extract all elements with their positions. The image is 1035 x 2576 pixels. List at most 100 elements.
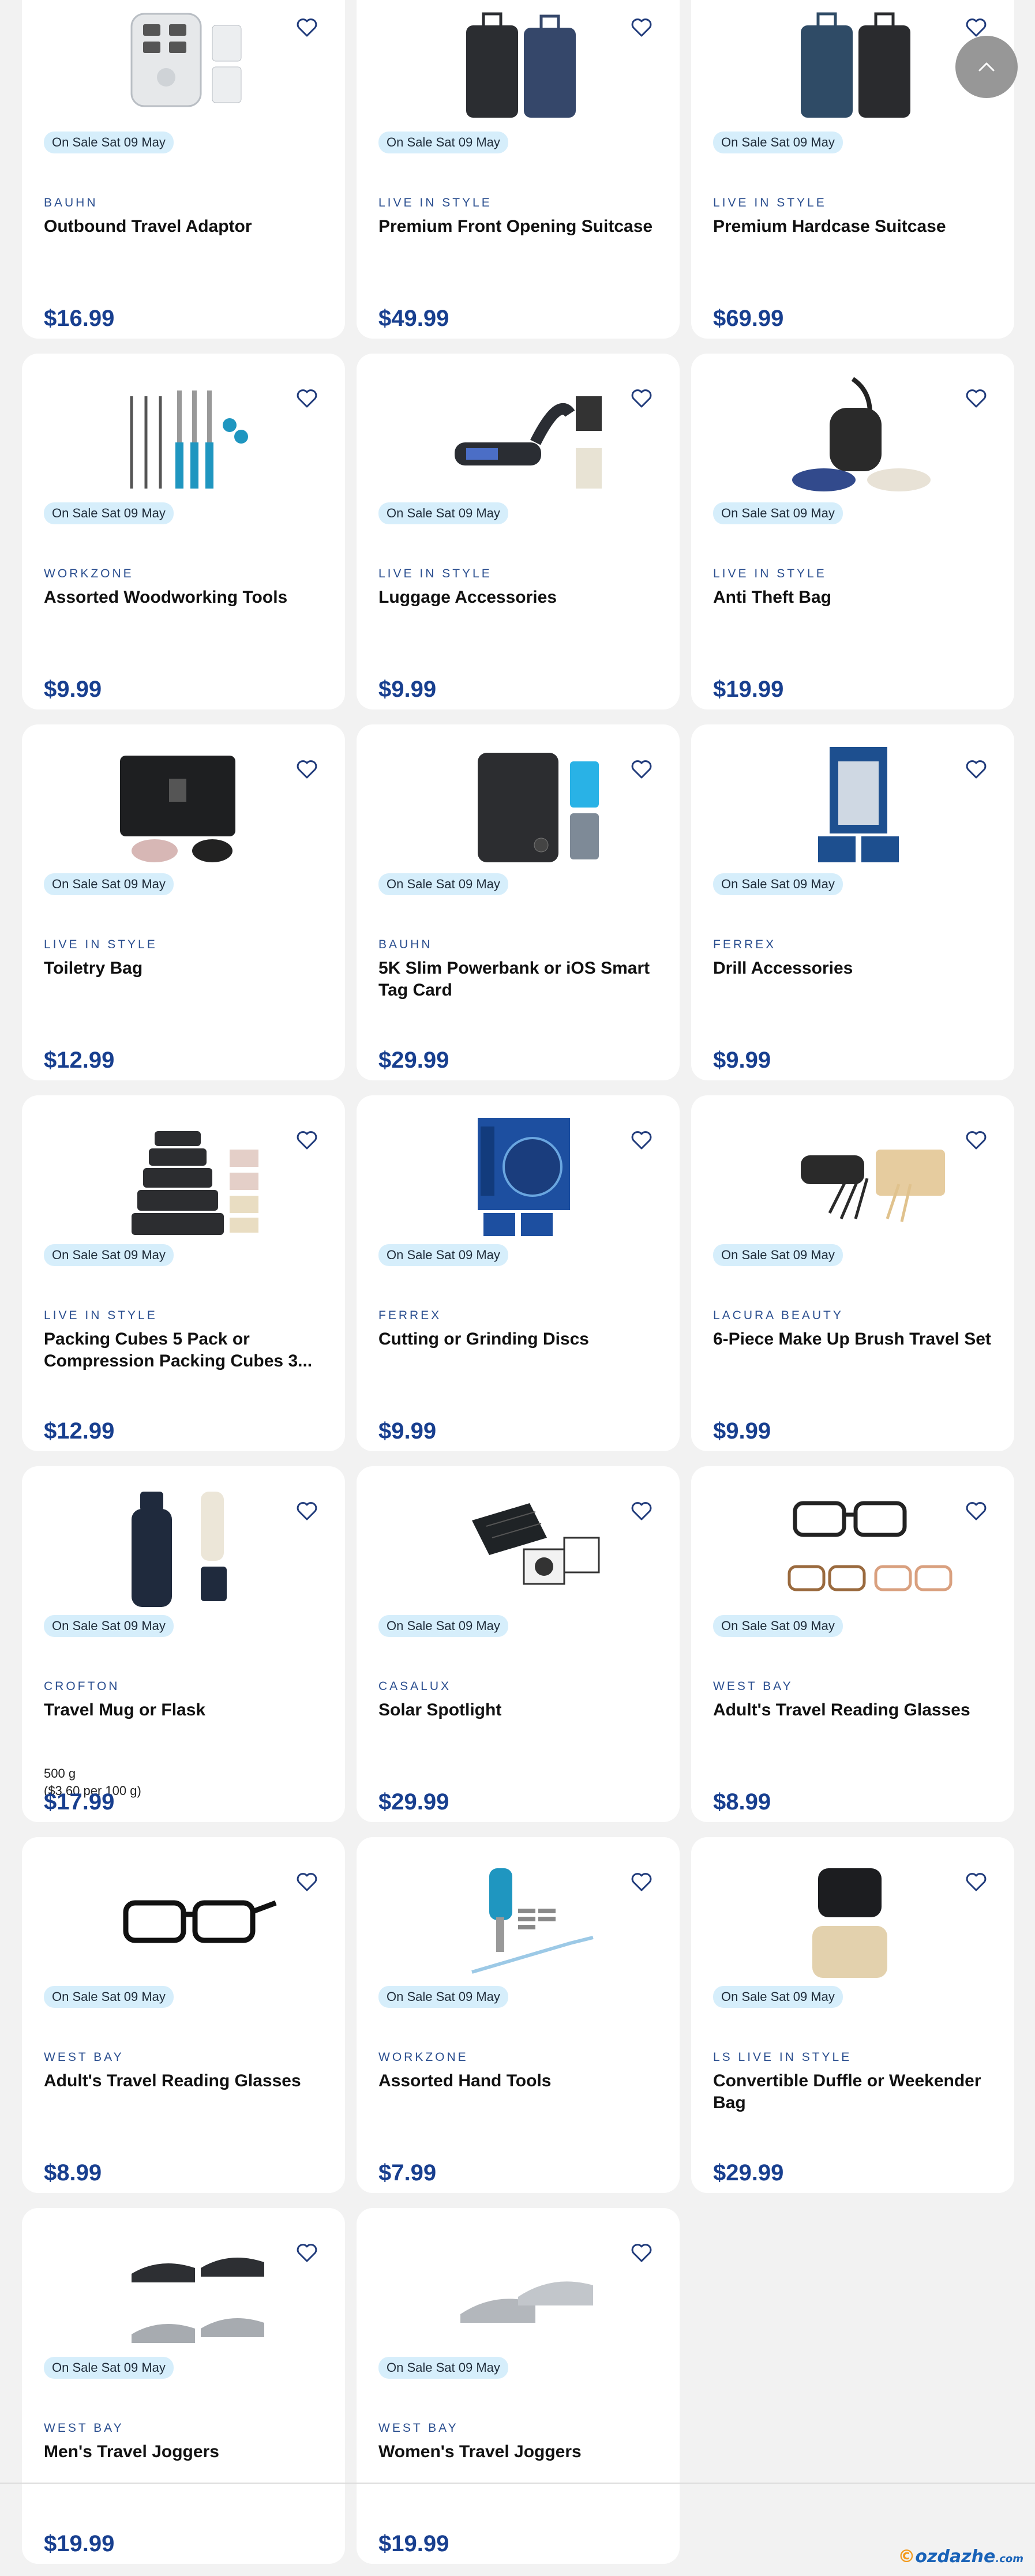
product-card[interactable]: On Sale Sat 09 May LIVE IN STYLE Luggage A…: [357, 354, 680, 709]
product-card[interactable]: On Sale Sat 09 May FERREX Cutting or Grind…: [357, 1095, 680, 1451]
product-image[interactable]: [714, 2, 991, 125]
product-title[interactable]: Adult's Travel Reading Glasses: [713, 1699, 991, 1721]
product-title[interactable]: Premium Front Opening Suitcase: [378, 216, 657, 238]
product-brand: WEST BAY: [44, 2421, 124, 2435]
product-image[interactable]: [714, 1115, 991, 1237]
product-image[interactable]: [380, 1857, 657, 1979]
product-card[interactable]: On Sale Sat 09 May LIVE IN STYLE Anti Thef…: [691, 354, 1014, 709]
favourite-button[interactable]: [295, 1129, 318, 1152]
favourite-button[interactable]: [965, 1129, 988, 1152]
product-title[interactable]: Toiletry Bag: [44, 957, 322, 979]
product-image[interactable]: [714, 373, 991, 495]
heart-icon: [966, 760, 987, 779]
product-card[interactable]: On Sale Sat 09 May WEST BAY Adult's Travel…: [691, 1466, 1014, 1822]
heart-icon: [631, 18, 652, 37]
product-title[interactable]: 6-Piece Make Up Brush Travel Set: [713, 1328, 991, 1350]
product-title[interactable]: Drill Accessories: [713, 957, 991, 979]
product-price: $16.99: [44, 306, 115, 331]
product-price: $9.99: [378, 677, 437, 702]
product-title[interactable]: Adult's Travel Reading Glasses: [44, 2070, 322, 2092]
product-card[interactable]: On Sale Sat 09 May WEST BAY Women's Travel…: [357, 2208, 680, 2564]
product-image[interactable]: [45, 1486, 322, 1608]
product-card[interactable]: On Sale Sat 09 May LIVE IN STYLE Premium F…: [357, 0, 680, 339]
product-title[interactable]: Women's Travel Joggers: [378, 2441, 657, 2463]
product-card[interactable]: On Sale Sat 09 May LS LIVE IN STYLE Conver…: [691, 1837, 1014, 2193]
product-title[interactable]: Solar Spotlight: [378, 1699, 657, 1721]
product-card[interactable]: On Sale Sat 09 May BAUHN Outbound Travel A…: [22, 0, 345, 339]
heart-icon: [631, 1502, 652, 1520]
product-image[interactable]: [714, 1486, 991, 1608]
favourite-button[interactable]: [630, 16, 653, 39]
product-image[interactable]: [714, 1857, 991, 1979]
sale-badge: On Sale Sat 09 May: [44, 1986, 174, 2008]
product-card[interactable]: On Sale Sat 09 May CASALUX Solar Spotlight…: [357, 1466, 680, 1822]
favourite-button[interactable]: [965, 758, 988, 781]
product-image[interactable]: [380, 2228, 657, 2350]
favourite-button[interactable]: [630, 1129, 653, 1152]
product-price: $7.99: [378, 2160, 437, 2186]
product-title[interactable]: Men's Travel Joggers: [44, 2441, 322, 2463]
product-card[interactable]: On Sale Sat 09 May CROFTON Travel Mug or F…: [22, 1466, 345, 1822]
scroll-to-top-button[interactable]: [955, 36, 1018, 98]
sale-badge: On Sale Sat 09 May: [378, 132, 508, 153]
product-card[interactable]: On Sale Sat 09 May WORKZONE Assorted Hand …: [357, 1837, 680, 2193]
favourite-button[interactable]: [965, 387, 988, 410]
product-card[interactable]: On Sale Sat 09 May WEST BAY Men's Travel J…: [22, 2208, 345, 2564]
product-image[interactable]: [380, 1115, 657, 1237]
favourite-button[interactable]: [295, 387, 318, 410]
favourite-button[interactable]: [295, 2241, 318, 2265]
product-image[interactable]: [45, 744, 322, 866]
favourite-button[interactable]: [295, 1500, 318, 1523]
product-card[interactable]: On Sale Sat 09 May FERREX Drill Accessorie…: [691, 724, 1014, 1080]
favourite-button[interactable]: [630, 1500, 653, 1523]
product-title[interactable]: Outbound Travel Adaptor: [44, 216, 322, 238]
product-title[interactable]: Cutting or Grinding Discs: [378, 1328, 657, 1350]
product-card[interactable]: On Sale Sat 09 May WEST BAY Adult's Travel…: [22, 1837, 345, 2193]
favourite-button[interactable]: [965, 1871, 988, 1894]
favourite-button[interactable]: [295, 16, 318, 39]
favourite-button[interactable]: [630, 387, 653, 410]
favourite-button[interactable]: [295, 758, 318, 781]
favourite-button[interactable]: [295, 1871, 318, 1894]
product-price: $29.99: [713, 2160, 784, 2186]
product-title[interactable]: Premium Hardcase Suitcase: [713, 216, 991, 238]
heart-icon: [297, 1502, 317, 1520]
favourite-button[interactable]: [630, 758, 653, 781]
sale-badge: On Sale Sat 09 May: [713, 1615, 843, 1637]
product-title[interactable]: Anti Theft Bag: [713, 587, 991, 609]
favourite-button[interactable]: [965, 1500, 988, 1523]
product-image[interactable]: [45, 2228, 322, 2350]
product-title[interactable]: Travel Mug or Flask: [44, 1699, 322, 1721]
product-title[interactable]: 5K Slim Powerbank or iOS Smart Tag Card: [378, 957, 657, 1001]
heart-icon: [297, 760, 317, 779]
product-card[interactable]: On Sale Sat 09 May LACURA BEAUTY 6-Piece M…: [691, 1095, 1014, 1451]
product-price: $17.99: [44, 1789, 115, 1815]
product-title[interactable]: Assorted Hand Tools: [378, 2070, 657, 2092]
product-image[interactable]: [380, 2, 657, 125]
product-card[interactable]: On Sale Sat 09 May WORKZONE Assorted Woodw…: [22, 354, 345, 709]
product-price: $12.99: [44, 1418, 115, 1444]
product-card[interactable]: On Sale Sat 09 May BAUHN 5K Slim Powerbank…: [357, 724, 680, 1080]
favourite-button[interactable]: [630, 1871, 653, 1894]
product-image[interactable]: [45, 1857, 322, 1979]
sale-badge: On Sale Sat 09 May: [44, 1615, 174, 1637]
product-image[interactable]: [714, 744, 991, 866]
heart-icon: [631, 1873, 652, 1891]
product-image[interactable]: [45, 2, 322, 125]
favourite-button[interactable]: [630, 2241, 653, 2265]
product-title[interactable]: Packing Cubes 5 Pack or Compression Pack…: [44, 1328, 322, 1372]
product-image[interactable]: [380, 1486, 657, 1608]
product-brand: WEST BAY: [713, 1680, 793, 1693]
product-title[interactable]: Assorted Woodworking Tools: [44, 587, 322, 609]
product-image[interactable]: [45, 1115, 322, 1237]
product-card[interactable]: On Sale Sat 09 May LIVE IN STYLE Toiletry …: [22, 724, 345, 1080]
product-brand: WORKZONE: [44, 567, 134, 580]
product-image[interactable]: [380, 373, 657, 495]
product-image[interactable]: [380, 744, 657, 866]
product-title[interactable]: Convertible Duffle or Weekender Bag: [713, 2070, 991, 2114]
product-title[interactable]: Luggage Accessories: [378, 587, 657, 609]
product-price: $19.99: [378, 2531, 449, 2556]
product-card[interactable]: On Sale Sat 09 May LIVE IN STYLE Packing C…: [22, 1095, 345, 1451]
heart-icon: [631, 389, 652, 408]
product-image[interactable]: [45, 373, 322, 495]
